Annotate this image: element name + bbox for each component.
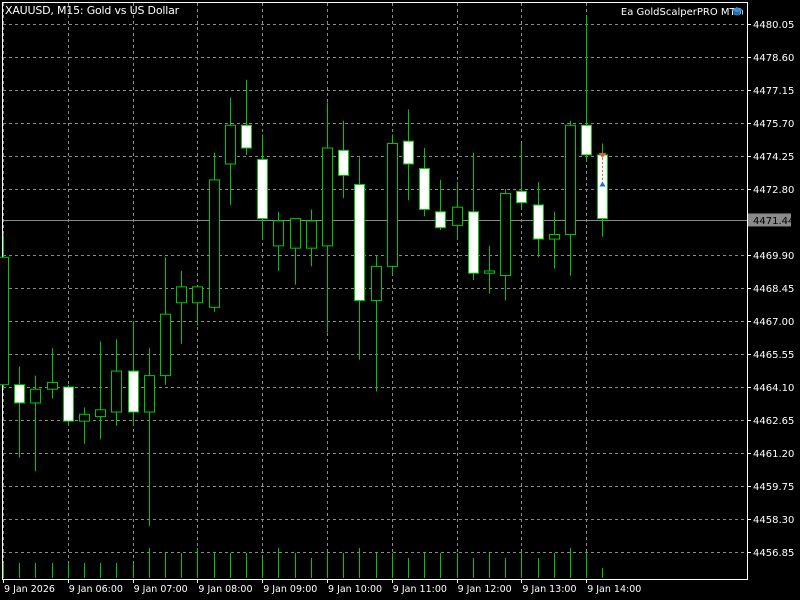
time-axis-label: 9 Jan 11:00 [393, 584, 447, 595]
price-axis-label: 4462.65 [753, 416, 794, 427]
price-axis-label: 4478.60 [753, 53, 794, 64]
candle-body [322, 147, 333, 247]
candle-body [209, 179, 220, 308]
candle-body [63, 386, 74, 422]
price-axis-label: 4475.70 [753, 119, 794, 130]
candle-body [111, 370, 122, 413]
time-axis-label: 9 Jan 12:00 [458, 584, 512, 595]
candle-body [435, 211, 446, 229]
candle-body [403, 140, 414, 165]
time-axis-label: 9 Jan 08:00 [198, 584, 252, 595]
candle-body [176, 286, 187, 304]
candle-body [516, 190, 527, 204]
time-axis-label: 9 Jan 07:00 [134, 584, 188, 595]
candle-body [452, 206, 463, 226]
chart-title: XAUUSD, M15: Gold vs US Dollar [5, 4, 179, 17]
candle-body [581, 124, 592, 156]
expert-advisor-label: Ea GoldScalperPRO MT5 [620, 7, 742, 18]
price-axis-label: 4456.85 [753, 548, 794, 559]
candle-body [306, 220, 317, 249]
time-axis-label: 9 Jan 06:00 [69, 584, 123, 595]
candle-body [468, 211, 479, 274]
price-axis-label: 4472.80 [753, 185, 794, 196]
candle-body [0, 256, 9, 386]
price-chart[interactable]: 4480.05 4478.60 4477.15 4475.70 4474.25 4472.… [0, 0, 800, 600]
time-axis-label: 9 Jan 2026 [4, 584, 55, 595]
candle-body [484, 270, 495, 274]
price-axis-label: 4480.05 [753, 20, 794, 31]
price-axis-label: 4469.90 [753, 251, 794, 262]
price-axis-label: 4461.20 [753, 449, 794, 460]
candle-body [30, 388, 41, 404]
candle-body [192, 286, 203, 304]
price-axis-label: 4474.25 [753, 152, 794, 163]
candle-body [95, 409, 106, 418]
candle-body [533, 204, 544, 240]
candle-body [500, 193, 511, 276]
candle-body [47, 381, 58, 390]
price-axis-label: 4465.55 [753, 350, 794, 361]
current-price-label: 4471.44 [753, 216, 794, 227]
price-axis-label: 4458.30 [753, 515, 794, 526]
candle-body [338, 149, 349, 176]
candle-body [160, 313, 171, 377]
candle-body [290, 218, 301, 249]
candle-body [597, 154, 608, 220]
candle-body [371, 265, 382, 302]
candle-body [549, 234, 560, 240]
candle-body [225, 124, 236, 165]
candle-body [419, 168, 430, 210]
price-axis-label: 4468.45 [753, 284, 794, 295]
time-axis-label: 9 Jan 09:00 [263, 584, 317, 595]
candle-body [354, 183, 365, 302]
candle-body [14, 384, 25, 404]
time-axis-label: 9 Jan 13:00 [522, 584, 576, 595]
candle-body [144, 375, 155, 413]
price-axis-label: 4467.00 [753, 317, 794, 328]
candle-body [79, 413, 90, 422]
time-axis-label: 9 Jan 10:00 [328, 584, 382, 595]
price-axis-label: 4464.10 [753, 383, 794, 394]
candle-body [257, 158, 268, 220]
graduation-cap-icon[interactable] [730, 6, 744, 18]
candle-body [565, 124, 576, 236]
time-axis-label: 9 Jan 14:00 [587, 584, 641, 595]
candle-body [387, 142, 398, 267]
candle-body [128, 370, 139, 413]
price-axis-label: 4459.75 [753, 482, 794, 493]
candle-body [273, 220, 284, 247]
price-axis-label: 4477.15 [753, 86, 794, 97]
candle-body [241, 124, 252, 149]
